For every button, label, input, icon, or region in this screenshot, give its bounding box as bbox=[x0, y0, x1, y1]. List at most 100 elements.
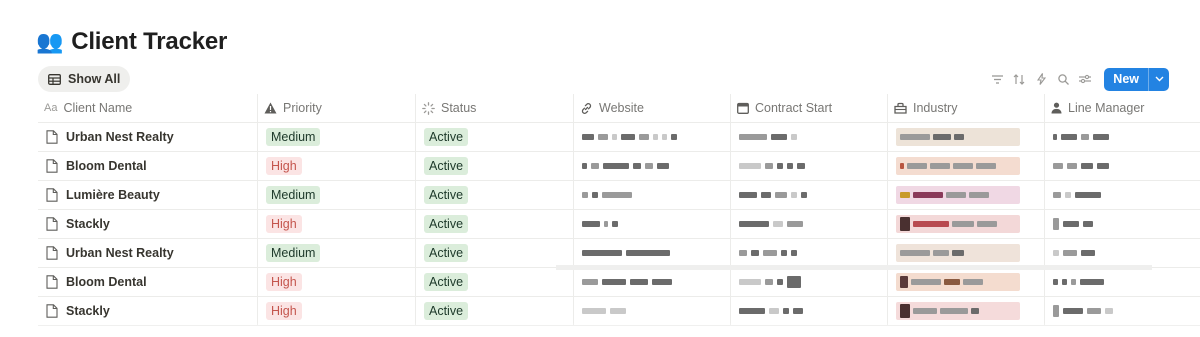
client-name-cell[interactable]: Bloom Dental bbox=[46, 159, 147, 173]
new-button-label: New bbox=[1113, 72, 1139, 86]
status-tag[interactable]: Active bbox=[424, 215, 469, 233]
bank-icon bbox=[894, 102, 907, 114]
database-toolbar: New bbox=[986, 67, 1169, 91]
scroll-divider bbox=[556, 265, 1152, 270]
status-tag[interactable]: Active bbox=[424, 244, 469, 262]
industry-cell-redacted[interactable] bbox=[888, 210, 1045, 238]
website-cell-redacted[interactable] bbox=[574, 181, 731, 209]
contract-start-cell-redacted[interactable] bbox=[731, 297, 888, 325]
industry-cell-redacted[interactable] bbox=[888, 268, 1045, 296]
table-header: Aa Client Name Priority Status Website C… bbox=[38, 94, 1200, 123]
contract-start-cell-redacted[interactable] bbox=[731, 210, 888, 238]
page-title: Client Tracker bbox=[71, 28, 228, 55]
line-manager-cell-redacted[interactable] bbox=[1045, 152, 1200, 180]
column-label: Contract Start bbox=[755, 101, 833, 115]
person-icon bbox=[1051, 102, 1062, 114]
search-icon[interactable] bbox=[1052, 67, 1074, 91]
client-name: Lumière Beauty bbox=[66, 188, 160, 202]
column-label: Client Name bbox=[63, 101, 133, 115]
line-manager-cell-redacted[interactable] bbox=[1045, 181, 1200, 209]
chevron-down-icon[interactable] bbox=[1148, 67, 1169, 91]
priority-tag[interactable]: High bbox=[266, 273, 302, 291]
table-row[interactable]: Urban Nest Realty Medium Active bbox=[38, 123, 1200, 152]
new-button[interactable]: New bbox=[1104, 67, 1169, 91]
industry-cell-redacted[interactable] bbox=[888, 123, 1045, 151]
website-cell-redacted[interactable] bbox=[574, 152, 731, 180]
page-icon bbox=[46, 159, 58, 173]
page-icon bbox=[46, 130, 58, 144]
client-name: Bloom Dental bbox=[66, 275, 147, 289]
client-name-cell[interactable]: Bloom Dental bbox=[46, 275, 147, 289]
column-header-website[interactable]: Website bbox=[574, 94, 731, 122]
page-icon bbox=[46, 304, 58, 318]
industry-cell-redacted[interactable] bbox=[888, 181, 1045, 209]
website-cell-redacted[interactable] bbox=[574, 210, 731, 238]
line-manager-cell-redacted[interactable] bbox=[1045, 210, 1200, 238]
page-icon bbox=[46, 188, 58, 202]
client-table: Aa Client Name Priority Status Website C… bbox=[38, 94, 1200, 326]
settings-icon[interactable] bbox=[1074, 67, 1096, 91]
client-name: Urban Nest Realty bbox=[66, 246, 174, 260]
client-name: Stackly bbox=[66, 304, 110, 318]
contract-start-cell-redacted[interactable] bbox=[731, 181, 888, 209]
page-icon bbox=[46, 246, 58, 260]
contract-start-cell-redacted[interactable] bbox=[731, 123, 888, 151]
people-icon: 👥 bbox=[36, 29, 64, 54]
status-tag[interactable]: Active bbox=[424, 157, 469, 175]
line-manager-cell-redacted[interactable] bbox=[1045, 297, 1200, 325]
line-manager-cell-redacted[interactable] bbox=[1045, 239, 1200, 267]
column-label: Line Manager bbox=[1068, 101, 1145, 115]
view-tab-show-all[interactable]: Show All bbox=[38, 66, 131, 92]
website-cell-redacted[interactable] bbox=[574, 297, 731, 325]
client-name-cell[interactable]: Stackly bbox=[46, 217, 110, 231]
industry-cell-redacted[interactable] bbox=[888, 239, 1045, 267]
priority-tag[interactable]: Medium bbox=[266, 128, 321, 146]
column-header-line-manager[interactable]: Line Manager bbox=[1045, 94, 1200, 122]
column-header-contract-start[interactable]: Contract Start bbox=[731, 94, 888, 122]
calendar-icon bbox=[737, 102, 749, 114]
contract-start-cell-redacted[interactable] bbox=[731, 152, 888, 180]
status-tag[interactable]: Active bbox=[424, 128, 469, 146]
status-tag[interactable]: Active bbox=[424, 273, 469, 291]
priority-tag[interactable]: High bbox=[266, 215, 302, 233]
column-header-priority[interactable]: Priority bbox=[258, 94, 416, 122]
table-row[interactable]: Bloom Dental High Active bbox=[38, 268, 1200, 297]
sort-icon[interactable] bbox=[1008, 67, 1030, 91]
column-label: Priority bbox=[283, 101, 322, 115]
status-tag[interactable]: Active bbox=[424, 186, 469, 204]
view-tab-label: Show All bbox=[68, 72, 121, 86]
table-row[interactable]: Bloom Dental High Active bbox=[38, 152, 1200, 181]
link-icon bbox=[581, 102, 592, 114]
line-manager-cell-redacted[interactable] bbox=[1045, 123, 1200, 151]
priority-tag[interactable]: Medium bbox=[266, 186, 321, 204]
warning-icon bbox=[264, 102, 277, 114]
website-cell-redacted[interactable] bbox=[574, 239, 731, 267]
column-label: Status bbox=[441, 101, 477, 115]
table-row[interactable]: Lumière Beauty Medium Active bbox=[38, 181, 1200, 210]
table-row[interactable]: Urban Nest Realty Medium Active bbox=[38, 239, 1200, 268]
client-name-cell[interactable]: Stackly bbox=[46, 304, 110, 318]
client-name: Bloom Dental bbox=[66, 159, 147, 173]
client-name-cell[interactable]: Urban Nest Realty bbox=[46, 246, 174, 260]
client-name-cell[interactable]: Lumière Beauty bbox=[46, 188, 160, 202]
priority-tag[interactable]: High bbox=[266, 157, 302, 175]
industry-cell-redacted[interactable] bbox=[888, 297, 1045, 325]
column-header-client-name[interactable]: Aa Client Name bbox=[38, 94, 258, 122]
automation-icon[interactable] bbox=[1030, 67, 1052, 91]
website-cell-redacted[interactable] bbox=[574, 123, 731, 151]
column-header-industry[interactable]: Industry bbox=[888, 94, 1045, 122]
table-row[interactable]: Stackly High Active bbox=[38, 210, 1200, 239]
page-title-block: 👥 Client Tracker bbox=[36, 28, 227, 56]
priority-tag[interactable]: High bbox=[266, 302, 302, 320]
contract-start-cell-redacted[interactable] bbox=[731, 239, 888, 267]
line-manager-cell-redacted[interactable] bbox=[1045, 268, 1200, 296]
column-label: Website bbox=[599, 101, 644, 115]
priority-tag[interactable]: Medium bbox=[266, 244, 321, 262]
website-cell-redacted[interactable] bbox=[574, 268, 731, 296]
client-name-cell[interactable]: Urban Nest Realty bbox=[46, 130, 174, 144]
status-tag[interactable]: Active bbox=[424, 302, 469, 320]
contract-start-cell-redacted[interactable] bbox=[731, 268, 888, 296]
industry-cell-redacted[interactable] bbox=[888, 152, 1045, 180]
filter-icon[interactable] bbox=[986, 67, 1008, 91]
column-header-status[interactable]: Status bbox=[416, 94, 574, 122]
